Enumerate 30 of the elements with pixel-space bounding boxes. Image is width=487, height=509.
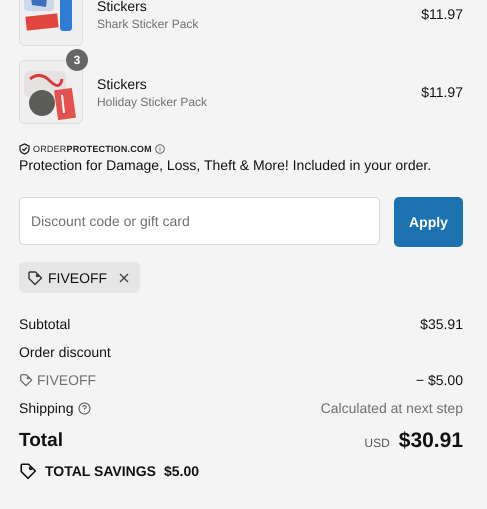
tag-icon xyxy=(27,270,43,286)
summary-label: Order discount xyxy=(19,344,111,360)
quantity-badge: 3 xyxy=(66,49,88,71)
summary-value: $35.91 xyxy=(420,316,463,332)
protection-description: Protection for Damage, Loss, Theft & More! Included in your order. xyxy=(19,157,432,173)
shield-check-icon xyxy=(19,143,30,155)
tags-icon xyxy=(19,462,37,480)
product-title: Stickers xyxy=(97,0,148,14)
product-price: $11.97 xyxy=(421,84,463,100)
info-icon[interactable] xyxy=(154,144,165,154)
savings-label: TOTAL SAVINGS xyxy=(45,463,156,479)
product-price: $11.97 xyxy=(421,6,463,22)
currency-label: USD xyxy=(364,436,390,450)
protection-logo: ORDERPROTECTION.COM xyxy=(33,144,152,154)
help-icon[interactable] xyxy=(78,402,90,414)
discount-code: FIVEOFF xyxy=(48,270,108,286)
summary-label: FIVEOFF xyxy=(37,372,96,388)
product-variant: Holiday Sticker Pack xyxy=(97,94,208,108)
savings-value: $5.00 xyxy=(164,463,200,479)
summary-label: Subtotal xyxy=(19,316,70,332)
product-title: Stickers xyxy=(97,76,148,92)
product-variant: Shark Sticker Pack xyxy=(97,16,200,30)
total-value: $30.91 xyxy=(398,429,463,452)
summary-label: Shipping xyxy=(19,400,74,416)
apply-button[interactable]: Apply xyxy=(394,197,463,247)
total-label: Total xyxy=(19,430,63,452)
tag-icon xyxy=(19,373,33,387)
summary-value: Calculated at next step xyxy=(320,400,463,416)
discount-field[interactable]: Discount code or gift card xyxy=(19,197,380,245)
summary-value: − $5.00 xyxy=(416,372,463,388)
